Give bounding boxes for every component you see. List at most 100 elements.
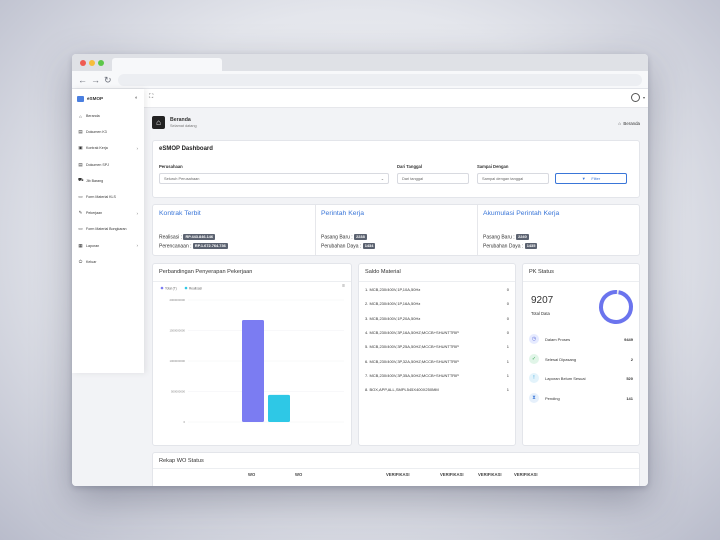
rekap-wo-card: Rekap WO Status WO WO VERIFIKASI VERIFIKASI… bbox=[152, 452, 640, 486]
pk-status-item[interactable]: ◷ Dalam Proses 9449 bbox=[529, 334, 633, 346]
form-icon: ▭ bbox=[78, 226, 83, 232]
akumulasi-pasang-value: 2240 bbox=[516, 234, 529, 240]
donut-segment-dalam-proses bbox=[599, 290, 633, 324]
sidebar-item-laporan[interactable]: ▦ Laporan › bbox=[72, 238, 144, 254]
forward-arrow-icon[interactable]: → bbox=[91, 74, 100, 86]
sidebar-item-dokumen-spj[interactable]: ▤ Dokumen SPJ bbox=[72, 157, 144, 173]
y-tick-label: 1000000000 bbox=[169, 359, 185, 363]
wo-column-header[interactable]: WO bbox=[248, 472, 255, 477]
material-quantity: 1 bbox=[506, 387, 509, 393]
sidebar-item-form-material-kls[interactable]: ▭ Form Material KLS bbox=[72, 189, 144, 205]
material-name: 4. MCB,230/400V,3P,16A,50HZ;MCCB+SHUNTTR… bbox=[365, 329, 459, 335]
material-quantity: 1 bbox=[506, 344, 509, 350]
brand[interactable]: eSMOP ◐ bbox=[72, 89, 144, 108]
sidebar-item-label: Keluar bbox=[86, 259, 97, 264]
pk-status-item[interactable]: ⧗ Pending 141 bbox=[529, 392, 633, 405]
wo-column-header[interactable]: VERIFIKASI bbox=[478, 472, 502, 477]
browser-window: ← → ↻ eSMOP ◐ ⌂ Beranda ▤ Dokumen K3 ▣ Kontra… bbox=[72, 54, 648, 486]
fullscreen-icon[interactable]: ⛶ bbox=[149, 94, 153, 101]
stats-divider bbox=[477, 205, 478, 255]
akumulasi-title: Akumulasi Perintah Kerja bbox=[483, 210, 560, 217]
perusahaan-select-value: Seluruh Perusahaan bbox=[164, 176, 200, 181]
perintah-ubah-value: 1434 bbox=[362, 243, 376, 249]
stats-card: Kontrak Terbit Realisasi : RP.443.846.14… bbox=[152, 204, 640, 256]
dari-tanggal-input[interactable]: Dari tanggal bbox=[397, 173, 469, 184]
chart-divider bbox=[153, 281, 351, 282]
brand-name: eSMOP bbox=[87, 96, 104, 101]
material-quantity: 1 bbox=[506, 372, 509, 378]
wo-column-header[interactable]: VERIFIKASI bbox=[440, 472, 464, 477]
saldo-material-title: Saldo Material bbox=[365, 269, 401, 275]
pk-status-item[interactable]: ✓ Selesai Dipasang 2 bbox=[529, 353, 633, 366]
address-bar[interactable] bbox=[118, 74, 642, 86]
wo-column-header[interactable]: WO bbox=[295, 472, 302, 477]
material-row: 6. MCB,230/400V,3P,32A,50HZ;MCCB+SHUNTTR… bbox=[365, 359, 509, 364]
material-name: 2. MCB,230/400V,1P,16A,50Hz bbox=[365, 301, 421, 307]
perintah-kerja-title: Perintah Kerja bbox=[321, 210, 365, 217]
filter-button[interactable]: ▼ Filter bbox=[555, 173, 627, 184]
reload-icon[interactable]: ↻ bbox=[104, 74, 112, 86]
clock-icon: ◷ bbox=[529, 334, 539, 344]
sidebar-item-label: Form Material KLS bbox=[86, 195, 116, 200]
sidebar-toggle-icon[interactable]: ◐ bbox=[135, 95, 138, 101]
wo-column-header[interactable]: VERIFIKASI bbox=[386, 472, 410, 477]
filter-button-label: Filter bbox=[591, 176, 601, 181]
document-icon: ▤ bbox=[78, 161, 83, 167]
pk-status-item[interactable]: ! Laporan Belum Sesuai 520 bbox=[529, 373, 633, 385]
y-tick-label: 500000000 bbox=[171, 390, 185, 394]
sidebar-item-keluar[interactable]: ⏻ Keluar bbox=[72, 254, 144, 270]
pk-divider bbox=[523, 281, 639, 282]
pk-status-value: 2 bbox=[630, 356, 633, 362]
alert-icon: ! bbox=[529, 373, 539, 383]
report-icon: ▦ bbox=[78, 242, 83, 248]
material-row: 4. MCB,230/400V,3P,16A,50HZ;MCCB+SHUNTTR… bbox=[365, 330, 509, 335]
sidebar-item-jib-barang[interactable]: ⛟ Jib Barang bbox=[72, 173, 144, 189]
sidebar-item-dokumen-k3[interactable]: ▤ Dokumen K3 bbox=[72, 124, 144, 140]
sidebar-item-kontrak-kerja[interactable]: ▣ Kontrak Kerja › bbox=[72, 140, 144, 156]
maximize-window-button[interactable] bbox=[98, 60, 104, 66]
perintah-pasang-value: 2238 bbox=[354, 234, 367, 240]
sidebar-item-label: Form Material Bongkaran bbox=[86, 227, 127, 232]
material-name: 5. MCB,230/400V,3P,25A,50HZ;MCCB+SHUNTTR… bbox=[365, 344, 459, 350]
legend-marker bbox=[160, 286, 164, 290]
chevron-down-icon[interactable]: ▾ bbox=[643, 95, 645, 100]
sidebar-item-label: Dokumen SPJ bbox=[86, 162, 109, 167]
perintah-ubah: Perubahan Daya : 1434 bbox=[321, 243, 376, 249]
perintah-pasang-label: Pasang Baru : bbox=[321, 234, 353, 241]
breadcrumb[interactable]: ⌂ Beranda bbox=[618, 121, 640, 126]
sidebar-item-label: Dokumen K3 bbox=[86, 130, 107, 135]
back-arrow-icon[interactable]: ← bbox=[78, 74, 87, 86]
browser-tab[interactable] bbox=[112, 58, 222, 71]
filter-icon: ▼ bbox=[581, 176, 586, 181]
sidebar-item-form-material-bongkaran[interactable]: ▭ Form Material Bongkaran bbox=[72, 221, 144, 237]
sidebar-item-beranda[interactable]: ⌂ Beranda bbox=[72, 108, 144, 124]
legend-label: Total (T) bbox=[165, 286, 177, 290]
pk-status-title: PK Status bbox=[529, 269, 554, 275]
pk-status-label: Pending bbox=[545, 395, 560, 401]
close-window-button[interactable] bbox=[80, 60, 86, 66]
page-title: Beranda bbox=[170, 117, 191, 123]
perusahaan-select[interactable]: Seluruh Perusahaan ⌄ bbox=[159, 173, 389, 184]
minimize-window-button[interactable] bbox=[89, 60, 95, 66]
dashboard-filter-card: eSMOP Dashboard Perusahaan Seluruh Perus… bbox=[152, 140, 640, 198]
material-quantity: 1 bbox=[506, 358, 509, 364]
wo-column-header[interactable]: VERIFIKASI bbox=[514, 472, 538, 477]
chevron-right-icon: › bbox=[136, 145, 139, 151]
stats-divider bbox=[315, 205, 316, 255]
pk-status-label: Dalam Proses bbox=[545, 337, 571, 342]
material-row: 2. MCB,230/400V,1P,16A,50Hz 0 bbox=[365, 301, 509, 306]
kontrak-realisasi: Realisasi : RP.443.846.146 bbox=[159, 234, 216, 240]
material-row: 7. MCB,230/400V,3P,35A,50HZ;MCCB+SHUNTTR… bbox=[365, 373, 509, 378]
user-avatar[interactable] bbox=[631, 93, 640, 102]
sampai-tanggal-input[interactable]: Sampai dengan tanggal bbox=[477, 173, 549, 184]
wo-divider bbox=[153, 468, 639, 469]
chevron-right-icon: › bbox=[136, 243, 139, 249]
pk-status-value: 520 bbox=[626, 376, 633, 381]
chart-bar bbox=[242, 319, 264, 422]
sidebar-item-pekerjaan[interactable]: ✎ Pekerjaan › bbox=[72, 205, 144, 221]
saldo-material-card: Saldo Material 1. MCB,230/400V,1P,10A,50… bbox=[358, 263, 516, 446]
sampai-dengan-label: Sampai Dengan bbox=[477, 164, 509, 169]
kontrak-perencanaan: Perencanaan : RP.1.672.764.736 bbox=[159, 243, 228, 249]
breadcrumb-label: Beranda bbox=[623, 121, 640, 126]
home-icon: ⌂ bbox=[152, 116, 165, 129]
